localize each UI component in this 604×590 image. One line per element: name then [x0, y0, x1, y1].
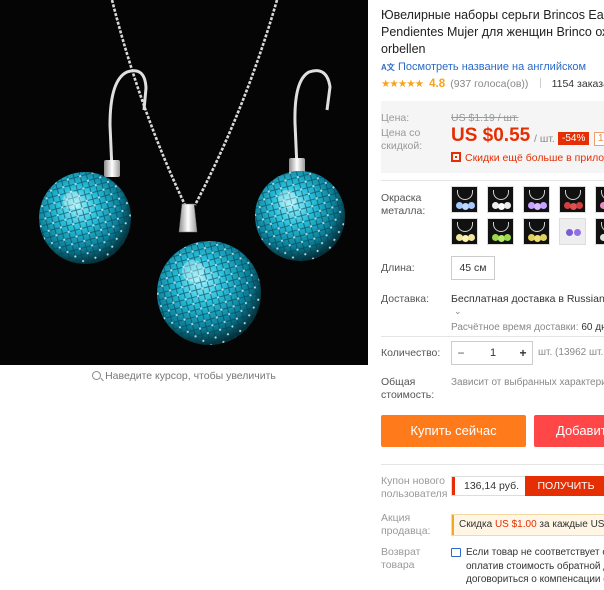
quantity-decrease-button[interactable]: −: [452, 342, 470, 364]
coupon-accent: [452, 477, 455, 495]
product-title-line: Ювелирные наборы серьги Brincos Earring: [381, 8, 604, 22]
chevron-down-icon[interactable]: ⌄: [454, 306, 462, 317]
qr-code-icon: [451, 152, 461, 162]
quantity-increase-button[interactable]: +: [514, 342, 532, 364]
divider: [381, 464, 604, 465]
return-policy-line: договориться о компенсации с продавцом: [466, 574, 604, 585]
color-swatch[interactable]: [487, 218, 514, 245]
magnifier-icon: [92, 371, 102, 380]
discount-price-label: Цена со скидкой:: [381, 127, 423, 152]
color-swatch[interactable]: [595, 218, 604, 245]
orders-count: 1154 заказа: [551, 78, 604, 90]
return-policy-label: Возврат товара: [381, 546, 421, 571]
length-option[interactable]: 45 см: [451, 256, 495, 280]
color-swatch[interactable]: [487, 186, 514, 213]
quantity-label: Количество:: [381, 347, 441, 359]
old-price: US $1.19 / шт.: [451, 112, 519, 124]
seller-promo-label: Акция продавца:: [381, 512, 431, 537]
rating-votes-link[interactable]: (937 голоса(ов)): [450, 78, 528, 90]
translate-title-link[interactable]: A文 Посмотреть название на английском: [381, 61, 586, 73]
seller-promo[interactable]: Скидка US $1.00 за каждые US $10.00: [451, 514, 604, 536]
color-swatch[interactable]: [559, 186, 586, 213]
quantity-input[interactable]: 1: [470, 342, 516, 364]
price-unit: / шт.: [534, 133, 555, 145]
color-swatch[interactable]: [523, 186, 550, 213]
total-price-label: Общая стоимость:: [381, 376, 435, 401]
product-title-line: Pendientes Mujer для женщин Brinco ожере…: [381, 25, 604, 39]
color-swatch[interactable]: [451, 218, 478, 245]
rating-value: 4.8: [429, 78, 446, 90]
color-swatch[interactable]: [559, 218, 586, 245]
app-promo-text: Скидки ещё больше в приложении: [465, 152, 604, 164]
extra-badge: 1: [594, 132, 604, 146]
delivery-time-label: Расчётное время доставки:: [451, 322, 579, 333]
divider: [539, 78, 541, 88]
length-label: Длина:: [381, 262, 415, 274]
color-swatch[interactable]: [595, 186, 604, 213]
delivery-time-value: 60 дней: [581, 322, 604, 333]
price-box: Цена: US $1.19 / шт. Цена со скидкой: US…: [381, 101, 604, 173]
star-rating-icon: ★★★★★: [381, 78, 424, 90]
discount-badge: -54%: [558, 132, 590, 145]
delivery-time: Расчётное время доставки: 60 дней: [451, 322, 604, 333]
price-label: Цена:: [381, 112, 410, 124]
product-info-panel: Ювелирные наборы серьги Brincos Earring …: [381, 0, 604, 590]
seller-promo-suffix: за каждые US $10.00: [539, 519, 604, 530]
add-to-cart-button[interactable]: Добавить в корзину: [534, 415, 604, 447]
product-title: Ювелирные наборы серьги Brincos Earring …: [381, 7, 604, 58]
return-policy-text: Если товар не соответствует описанию, вы…: [466, 546, 604, 587]
coupon-value: 136,14 руб.: [464, 480, 520, 492]
return-policy-line: оплатив стоимость обратной доставки или: [466, 560, 604, 572]
get-coupon-button[interactable]: ПОЛУЧИТЬ: [525, 476, 604, 496]
zoom-hint-text: Наведите курсор, чтобы увеличить: [105, 370, 276, 382]
color-swatch[interactable]: [523, 218, 550, 245]
total-price-value: Зависит от выбранных характеристик: [451, 377, 604, 388]
product-title-line: orbellen: [381, 42, 426, 56]
zoom-hint: Наведите курсор, чтобы увеличить: [0, 370, 368, 382]
product-photo-illustration: [0, 0, 368, 365]
translate-link-text: Посмотреть название на английском: [398, 61, 587, 73]
discount-price: US $0.55: [451, 125, 531, 146]
color-label: Окраска металла:: [381, 192, 426, 217]
seller-promo-amount: US $1.00: [494, 519, 537, 530]
new-user-coupon-label: Купон нового пользователя: [381, 475, 448, 500]
return-policy-line: Если товар не соответствует описанию, вы: [466, 547, 604, 558]
seller-promo-prefix: Скидка: [459, 519, 495, 530]
translate-icon: A文: [381, 63, 395, 72]
app-promo-link[interactable]: Скидки ещё больше в приложении: [451, 152, 604, 164]
buy-now-button[interactable]: Купить сейчас: [381, 415, 526, 447]
shipping-method[interactable]: Бесплатная доставка в Russian Federation: [451, 293, 604, 305]
quantity-stepper: − 1 +: [451, 341, 533, 365]
color-swatch[interactable]: [451, 186, 478, 213]
shipping-label: Доставка:: [381, 293, 430, 305]
return-policy-icon: [451, 548, 461, 557]
rating-row: ★★★★★ 4.8 (937 голоса(ов)) 1154 заказа: [381, 78, 604, 90]
divider: [381, 180, 604, 181]
product-image[interactable]: [0, 0, 368, 365]
divider: [381, 336, 604, 337]
new-user-coupon: 136,14 руб. ПОЛУЧИТЬ: [451, 476, 604, 496]
available-stock: шт. (13962 шт. доступно): [538, 347, 604, 358]
